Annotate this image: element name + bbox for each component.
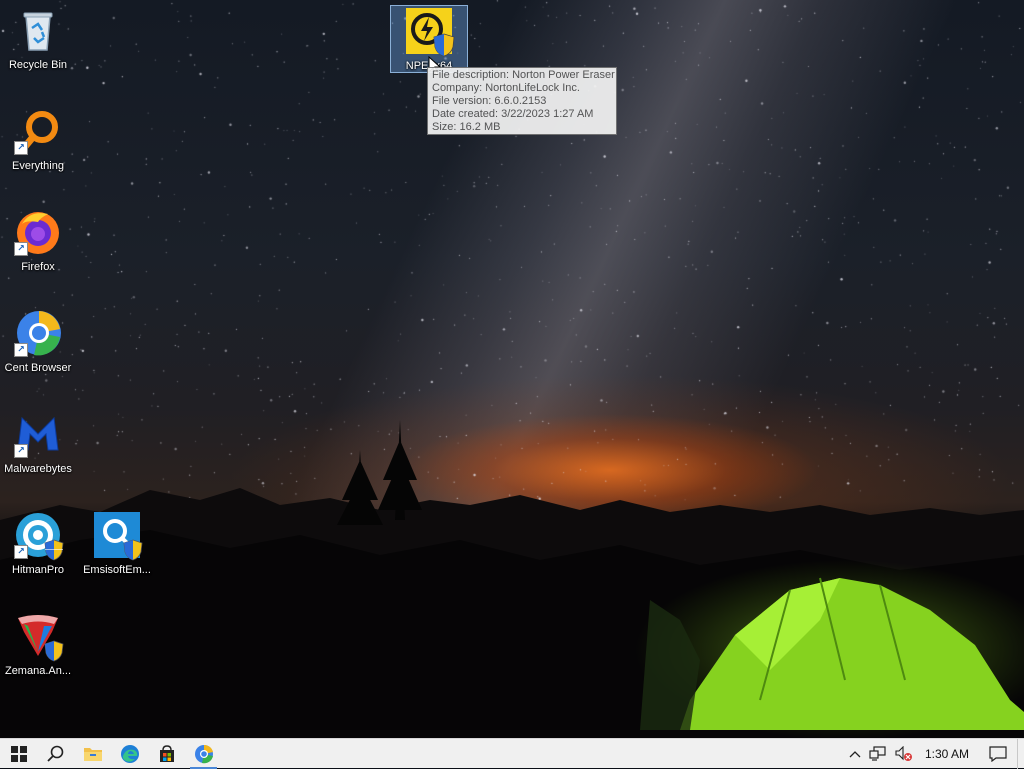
uac-shield-icon <box>433 33 455 57</box>
tooltip-file-version: File version: 6.6.0.2153 <box>432 95 547 107</box>
desktop-icon-label: Zemana.An... <box>4 665 72 677</box>
desktop-icon-everything[interactable]: ↗ Everything <box>0 107 76 173</box>
uac-shield-icon <box>123 539 143 561</box>
edge-icon <box>120 744 139 763</box>
shortcut-arrow-icon: ↗ <box>14 343 28 357</box>
show-hidden-icons-button[interactable] <box>845 739 865 769</box>
chevron-up-icon <box>849 750 861 757</box>
file-explorer-icon <box>83 747 102 761</box>
taskbar: 1:30 AM <box>0 738 1024 769</box>
uac-shield-icon <box>44 539 64 561</box>
cent-browser-taskbar-button[interactable] <box>185 739 222 769</box>
desktop-icon-malwarebytes[interactable]: ↗ Malwarebytes <box>0 410 76 476</box>
desktop[interactable]: Recycle Bin ↗ Everything ↗ Firefox ↗ Cen… <box>0 0 1024 738</box>
store-icon <box>159 744 174 762</box>
desktop-icon-label: Everything <box>12 160 64 172</box>
cent-browser-icon <box>194 744 213 763</box>
start-icon <box>10 745 27 762</box>
desktop-icon-label: Firefox <box>21 261 55 273</box>
desktop-icon-label: EmsisoftEm... <box>83 564 151 576</box>
shortcut-arrow-icon: ↗ <box>14 141 28 155</box>
shortcut-arrow-icon: ↗ <box>14 545 28 559</box>
network-icon <box>869 745 886 761</box>
shortcut-arrow-icon: ↗ <box>14 242 28 256</box>
show-desktop-button[interactable] <box>1017 738 1024 769</box>
desktop-icon-emsisoft[interactable]: EmsisoftEm... <box>79 511 155 577</box>
system-tray: 1:30 AM <box>845 738 1024 769</box>
desktop-icon-label: Recycle Bin <box>8 59 68 71</box>
recycle-bin-icon <box>23 12 53 51</box>
tooltip-file-description: File description: Norton Power Eraser <box>432 69 615 81</box>
search-icon <box>46 745 63 762</box>
tooltip-company: Company: NortonLifeLock Inc. <box>432 82 580 94</box>
file-explorer-button[interactable] <box>74 739 111 769</box>
file-info-tooltip: File description: Norton Power Eraser Co… <box>427 67 617 135</box>
desktop-icon-hitmanpro[interactable]: ↗ HitmanPro <box>0 511 76 577</box>
volume-muted-icon <box>895 745 912 761</box>
tooltip-date-created: Date created: 3/22/2023 1:27 AM <box>432 108 594 120</box>
tooltip-size: Size: 16.2 MB <box>432 121 501 133</box>
uac-shield-icon <box>44 640 64 662</box>
search-button[interactable] <box>37 739 74 769</box>
notification-icon <box>989 745 1007 762</box>
edge-button[interactable] <box>111 739 148 769</box>
desktop-icon-label: Cent Browser <box>4 362 72 374</box>
shortcut-arrow-icon: ↗ <box>14 444 28 458</box>
taskbar-clock[interactable]: 1:30 AM <box>917 747 979 761</box>
desktop-icon-firefox[interactable]: ↗ Firefox <box>0 208 76 274</box>
volume-button[interactable] <box>891 739 917 769</box>
desktop-icon-recycle-bin[interactable]: Recycle Bin <box>0 6 76 72</box>
store-button[interactable] <box>148 739 185 769</box>
desktop-icon-label: HitmanPro <box>12 564 64 576</box>
action-center-button[interactable] <box>979 739 1017 769</box>
desktop-icon-cent-browser[interactable]: ↗ Cent Browser <box>0 309 76 375</box>
start-button[interactable] <box>0 739 37 769</box>
desktop-icon-zemana[interactable]: Zemana.An... <box>0 612 76 678</box>
desktop-icon-label: Malwarebytes <box>4 463 72 475</box>
network-button[interactable] <box>865 739 891 769</box>
